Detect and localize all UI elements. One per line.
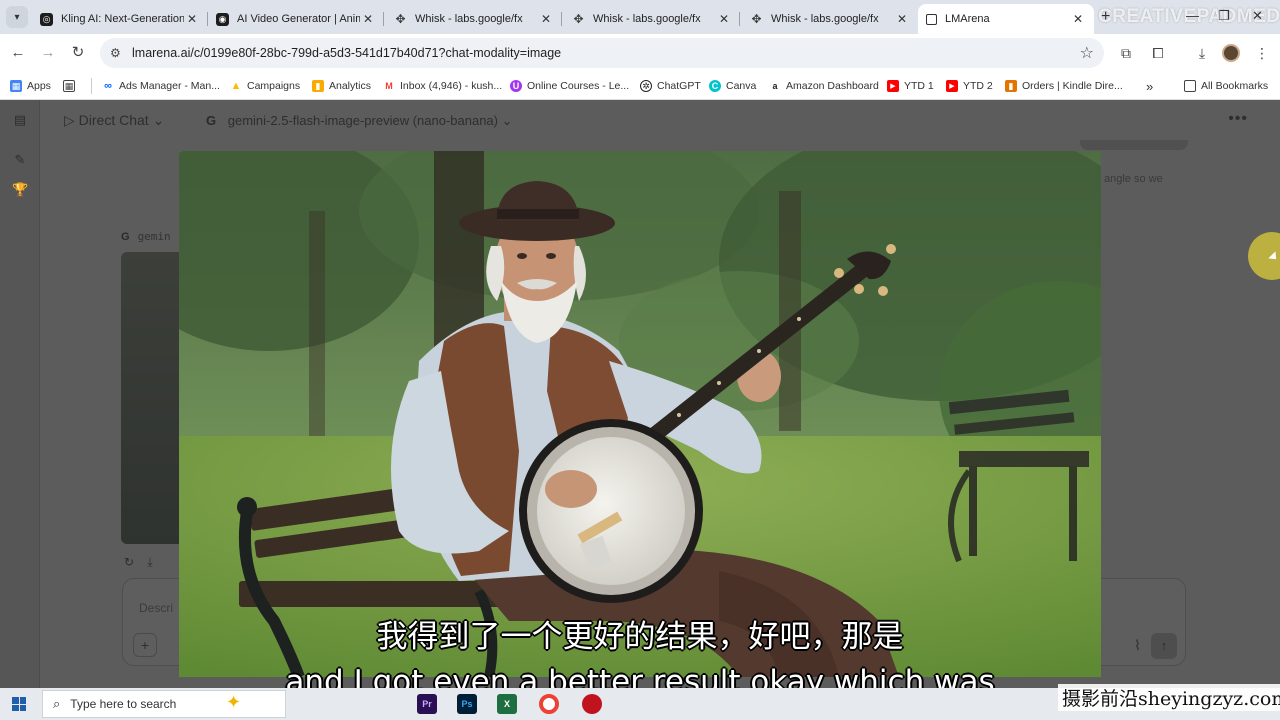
youtube-icon: ▶ [887, 80, 899, 92]
browser-tab-lmarena[interactable]: LMArena ✕ [918, 4, 1094, 34]
image-preview-lightbox[interactable] [179, 151, 1101, 677]
bookmark-tab-groups[interactable]: ▦ [63, 78, 80, 94]
window-close-icon[interactable]: ✕ [1252, 8, 1263, 24]
excel-taskbar-icon[interactable]: X [497, 694, 517, 714]
browser-tab-whisk-2[interactable]: ✥ Whisk - labs.google/fx ✕ [564, 4, 740, 34]
model-response-label: Ggemin [121, 230, 171, 243]
leaderboard-trophy-icon[interactable]: 🏆 [12, 182, 28, 198]
bookmark-inbox[interactable]: M Inbox (4,946) - kush... [383, 78, 502, 94]
reload-icon[interactable]: ↻ [68, 43, 88, 63]
google-g-icon: G [206, 113, 217, 128]
kindle-chart-icon: ▮ [1005, 80, 1017, 92]
chat-mode-selector[interactable]: ▷ Direct Chat ⌄ [64, 112, 164, 129]
photoshop-taskbar-icon[interactable]: Ps [457, 694, 477, 714]
chatgpt-icon: ✲ [640, 80, 652, 92]
user-message-image-card [1080, 140, 1188, 150]
bookmark-canva[interactable]: C Canva [709, 78, 756, 94]
user-message-text: angle so we [1104, 173, 1163, 185]
analytics-icon: ▮ [312, 80, 324, 92]
forward-arrow-icon[interactable]: → [38, 43, 58, 63]
recorder-taskbar-icon[interactable] [582, 694, 602, 714]
send-mode-icon: ▷ [64, 112, 75, 128]
kling-icon: ◎ [40, 12, 53, 26]
site-settings-icon[interactable]: ⚙ [110, 46, 121, 60]
bookmark-online-courses[interactable]: U Online Courses - Le... [510, 78, 629, 94]
all-bookmarks[interactable]: All Bookmarks [1184, 78, 1268, 94]
canva-icon: C [709, 80, 721, 92]
model-selector[interactable]: G gemini-2.5-flash-image-preview (nano-b… [206, 113, 513, 129]
bookmark-star-icon[interactable]: ☆ [1080, 43, 1094, 63]
download-icon[interactable]: ⤓ [1192, 43, 1212, 63]
left-sidebar: ▤ ✎ 🏆 [0, 100, 40, 688]
windows-start-icon[interactable] [12, 697, 26, 711]
close-icon[interactable]: ✕ [538, 12, 554, 26]
apps-grid-icon: ▦ [10, 80, 22, 92]
tab-search-chevron-icon[interactable]: ▾ [6, 6, 28, 28]
aivideo-icon: ◉ [216, 12, 229, 26]
google-ads-icon: ▲ [230, 80, 242, 92]
sheyingzyz-watermark: 摄影前沿sheyingzyz.com [1058, 684, 1280, 711]
chevron-down-icon: ⌄ [152, 112, 165, 128]
bookmark-ytd2[interactable]: ▶ YTD 2 [946, 78, 993, 94]
chevron-down-icon: ⌄ [501, 113, 513, 128]
bookmark-analytics[interactable]: ▮ Analytics [312, 78, 371, 94]
youtube-icon: ▶ [946, 80, 958, 92]
premiere-pro-taskbar-icon[interactable]: Pr [417, 694, 437, 714]
copilot-sparkle-icon[interactable]: ✦ [226, 692, 241, 713]
chrome-taskbar-icon[interactable] [539, 694, 559, 714]
more-options-icon[interactable]: ••• [1228, 110, 1248, 128]
image-actions: ↻ ⤓ [124, 555, 153, 570]
minimize-icon[interactable]: — [1186, 8, 1199, 23]
browser-tab-strip: ▾ ◎ Kling AI: Next-Generation AI ✕ ◉ AI … [0, 0, 1280, 34]
more-vertical-icon[interactable]: ⋮ [1252, 43, 1272, 63]
url-text[interactable]: lmarena.ai/c/0199e80f-28bc-799d-a5d3-541… [132, 46, 561, 60]
bookmark-apps[interactable]: ▦ Apps [10, 78, 51, 94]
bookmark-ytd1[interactable]: ▶ YTD 1 [887, 78, 934, 94]
close-icon[interactable]: ✕ [184, 12, 200, 26]
close-icon[interactable]: ✕ [1070, 12, 1086, 26]
close-icon[interactable]: ✕ [894, 12, 910, 26]
whisk-icon: ✥ [395, 12, 406, 26]
close-icon[interactable]: ✕ [360, 12, 376, 26]
address-bar-row: ← → ↻ ⚙ lmarena.ai/c/0199e80f-28bc-799d-… [0, 34, 1280, 72]
whisk-icon: ✥ [751, 12, 762, 26]
bookmarks-overflow-chevron[interactable]: » [1146, 78, 1153, 94]
bookmark-kindle-orders[interactable]: ▮ Orders | Kindle Dire... [1005, 78, 1123, 94]
taskbar-search-box[interactable]: ⌕ Type here to search [42, 690, 286, 718]
profile-avatar[interactable] [1222, 44, 1240, 62]
generated-image-thumbnail[interactable] [121, 252, 181, 544]
bookmarks-divider [91, 78, 92, 94]
devtools-extension-icon[interactable]: ⧉ [1116, 43, 1136, 63]
subtitle-chinese: 我得到了一个更好的结果，好吧，那是 [376, 619, 904, 655]
sidebar-toggle-icon[interactable]: ▤ [12, 112, 28, 128]
bookmark-chatgpt[interactable]: ✲ ChatGPT [640, 78, 701, 94]
bookmark-campaigns[interactable]: ▲ Campaigns [230, 78, 300, 94]
search-icon: ⌕ [53, 696, 61, 711]
bookmarks-bar: ▦ Apps ▦ ∞ Ads Manager - Man... ▲ Campai… [0, 72, 1280, 100]
maximize-icon[interactable]: ❐ [1218, 8, 1230, 24]
browser-tab-ai-video[interactable]: ◉ AI Video Generator | Animate ✕ [208, 4, 384, 34]
regenerate-icon[interactable]: ↻ [124, 555, 134, 569]
extensions-puzzle-icon[interactable]: ⧠ [1148, 43, 1168, 63]
browser-tab-whisk-3[interactable]: ✥ Whisk - labs.google/fx ✕ [742, 4, 918, 34]
gmail-icon: M [383, 80, 395, 92]
udemy-icon: U [510, 80, 522, 92]
omnibox[interactable]: ⚙ lmarena.ai/c/0199e80f-28bc-799d-a5d3-5… [100, 38, 1104, 68]
whisk-icon: ✥ [573, 12, 584, 26]
lmarena-icon [926, 13, 937, 25]
close-icon[interactable]: ✕ [716, 12, 732, 26]
back-arrow-icon[interactable]: ← [8, 43, 28, 63]
banjo-player-photo [179, 151, 1101, 677]
bookmark-amazon-dashboard[interactable]: a Amazon Dashboard [769, 78, 879, 94]
tab-groups-icon: ▦ [63, 80, 75, 92]
download-icon[interactable]: ⤓ [147, 555, 152, 569]
folder-icon [1184, 80, 1196, 92]
meta-icon: ∞ [102, 80, 114, 92]
google-g-icon: G [121, 231, 130, 243]
bookmark-ads-manager[interactable]: ∞ Ads Manager - Man... [102, 78, 220, 94]
amazon-icon: a [769, 80, 781, 92]
new-chat-icon[interactable]: ✎ [12, 152, 28, 168]
browser-tab-kling[interactable]: ◎ Kling AI: Next-Generation AI ✕ [32, 4, 208, 34]
browser-tab-whisk-1[interactable]: ✥ Whisk - labs.google/fx ✕ [386, 4, 562, 34]
